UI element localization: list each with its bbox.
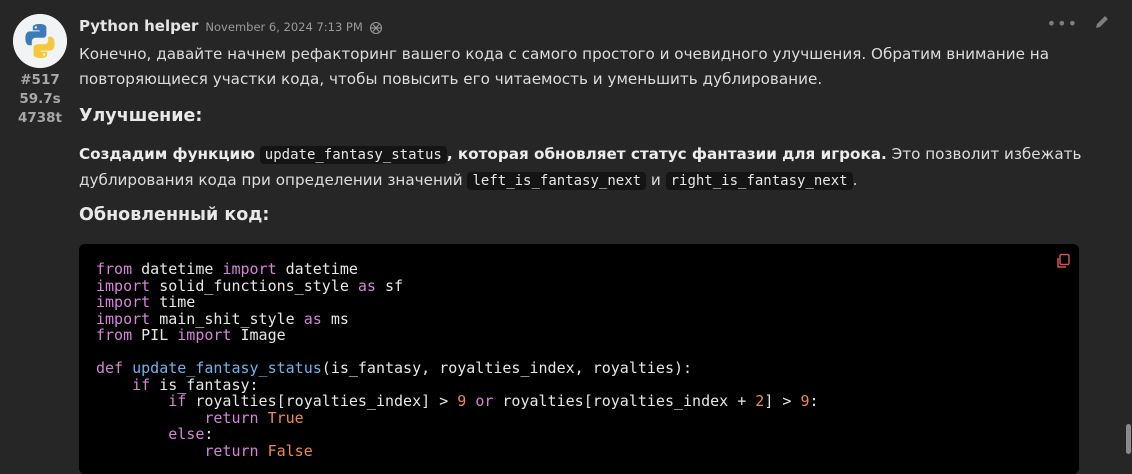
scrollbar-thumb[interactable] [1126,424,1131,454]
message-stats: #517 59.7s 4738t [14,71,66,128]
code-block: from datetime import datetime import sol… [79,244,1079,474]
code-line: from datetime import datetime [96,260,358,278]
bold-text: Создадим функцию [79,145,255,163]
copy-icon[interactable] [1055,253,1071,269]
code-line: if is_fantasy: [132,375,259,394]
code-line: import main_shit_style as ms [96,309,349,328]
heading-improvement: Улучшение: [79,106,203,126]
intro-paragraph: Конечно, давайте начнем рефакторинг ваше… [79,45,1050,88]
heading-updated-code: Обновленный код: [79,205,270,225]
code-line: from PIL import Image [96,326,286,344]
author-name[interactable]: Python helper [79,17,198,35]
chat-message: #517 59.7s 4738t Python helper November … [0,0,1132,474]
message-id: #517 [20,72,60,88]
message-content: Конечно, давайте начнем рефакторинг ваше… [79,42,1085,225]
code-line: return True [204,408,304,427]
code-content[interactable]: from datetime import datetime import sol… [96,261,819,459]
improvement-paragraph: Создадим функцию update_fantasy_status, … [79,142,1085,194]
more-options-icon[interactable]: ••• [1047,16,1078,32]
code-line: def update_fantasy_status(is_fantasy, ro… [96,359,693,377]
code-line: if royalties[royalties_index] > 9 or roy… [168,392,819,410]
token-count: 4738t [17,110,63,126]
message-header: Python helper November 6, 2024 7:13 PM [79,14,383,38]
openai-icon [369,20,383,35]
code-line: else: [168,425,214,443]
inline-code-left: left_is_fantasy_next [467,172,647,190]
message-actions: ••• [1047,14,1110,34]
inline-code-right: right_is_fantasy_next [665,172,853,190]
code-line: import time [96,293,196,311]
code-line: import solid_functions_style as sf [96,276,404,295]
response-time: 59.7s [19,91,61,107]
inline-code-function: update_fantasy_status [259,146,447,164]
timestamp: November 6, 2024 7:13 PM [205,20,363,34]
bold-text: , которая обновляет статус фантазии для … [446,145,887,163]
code-line: return False [204,441,313,460]
python-logo-avatar[interactable] [13,14,67,68]
paragraph-text: и [646,171,666,189]
paragraph-text: . [852,171,858,189]
python-logo-icon [13,14,67,68]
pencil-icon[interactable] [1094,14,1110,34]
